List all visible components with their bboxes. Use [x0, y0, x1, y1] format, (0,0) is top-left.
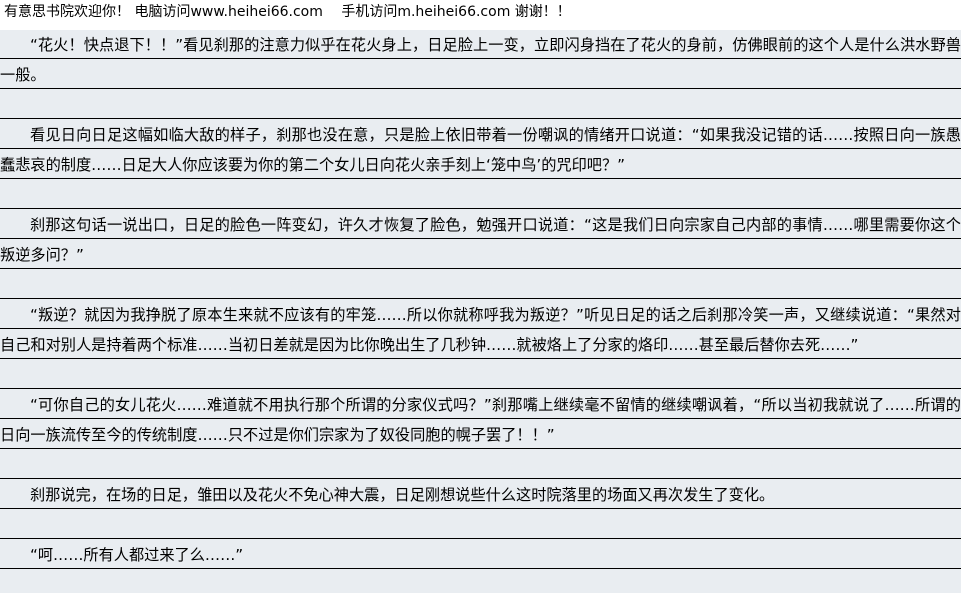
paragraph-4: “叛逆？就因为我挣脱了原本生来就不应该有的牢笼……所以你就称呼我为叛逆？”听见日… [0, 306, 961, 354]
chapter-content: “花火！快点退下！！”看见刹那的注意力似乎在花火身上，日足脸上一变，立即闪身挡在… [0, 30, 961, 593]
paragraph-7: “呵……所有人都过来了么……” [30, 546, 244, 564]
paragraph-5: “可你自己的女儿花火……难道就不用执行那个所谓的分家仪式吗？”刹那嘴上继续毫不留… [0, 396, 961, 444]
paragraph-6: 刹那说完，在场的日足，雏田以及花火不免心神大震，日足刚想说些什么这时院落里的场面… [30, 486, 775, 504]
paragraph-3: 刹那这句话一说出口，日足的脸色一阵变幻，许久才恢复了脸色，勉强开口说道：“这是我… [0, 216, 961, 264]
paragraph-1: “花火！快点退下！！”看见刹那的注意力似乎在花火身上，日足脸上一变，立即闪身挡在… [0, 36, 961, 84]
paragraph-2: 看见日向日足这幅如临大敌的样子，刹那也没在意，只是脸上依旧带着一份嘲讽的情绪开口… [0, 126, 961, 174]
site-notice: 有意思书院欢迎你！ 电脑访问www.heihei66.com 手机访问m.hei… [0, 0, 961, 25]
